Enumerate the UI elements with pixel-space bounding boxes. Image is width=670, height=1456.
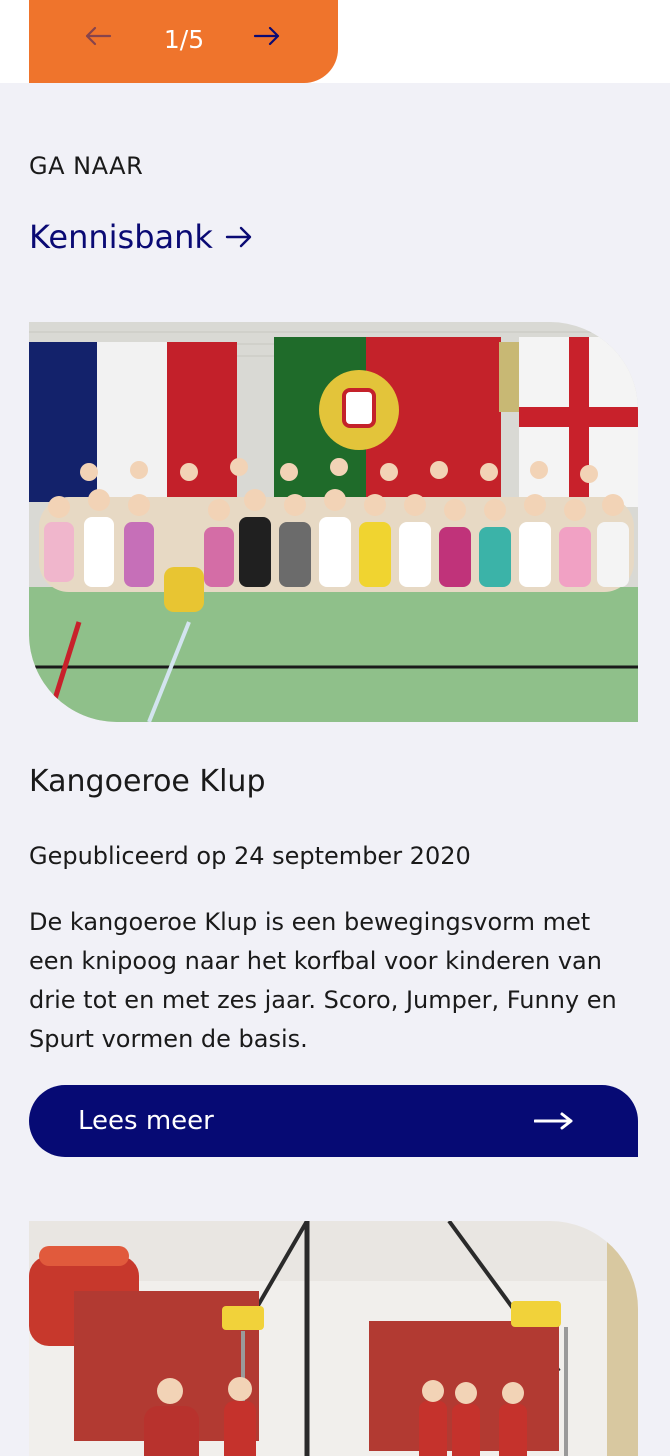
slider-pager: 1/5 bbox=[29, 0, 338, 83]
kennisbank-link[interactable]: Kennisbank bbox=[29, 218, 253, 256]
arrow-right-icon bbox=[225, 226, 252, 248]
goto-heading: GA NAAR bbox=[29, 152, 144, 180]
slide-counter: 1/5 bbox=[163, 25, 205, 54]
previous-button[interactable] bbox=[83, 22, 113, 50]
article-description: De kangoeroe Klup is een bewegingsvorm m… bbox=[29, 908, 617, 1053]
next-button[interactable] bbox=[251, 22, 283, 50]
article-image bbox=[29, 322, 638, 722]
article-date: Gepubliceerd op 24 september 2020 bbox=[29, 842, 471, 870]
article-title: Kangoeroe Klup bbox=[29, 764, 266, 799]
read-more-label: Lees meer bbox=[78, 1106, 214, 1136]
kennisbank-link-label: Kennisbank bbox=[29, 218, 213, 256]
next-article-image bbox=[29, 1221, 638, 1456]
arrow-right-icon bbox=[253, 26, 280, 46]
arrow-right-icon bbox=[534, 1112, 573, 1130]
read-more-button[interactable]: Lees meer bbox=[29, 1085, 638, 1157]
arrow-left-icon bbox=[85, 26, 112, 46]
photo-icon bbox=[29, 1221, 638, 1456]
